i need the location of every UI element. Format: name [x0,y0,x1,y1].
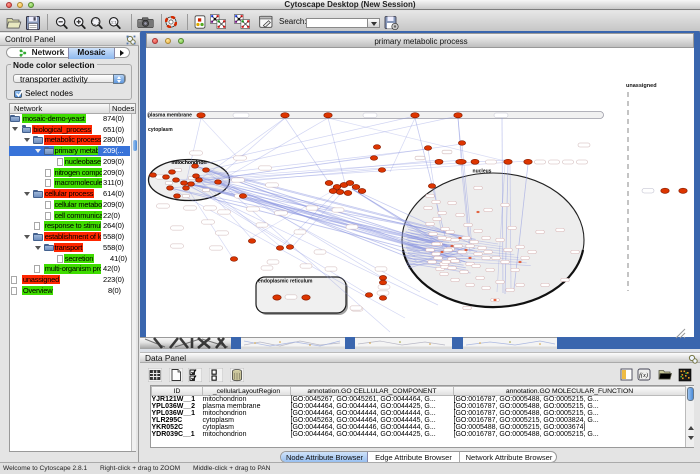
svg-text:unassigned: unassigned [626,83,657,89]
svg-text:f(x): f(x) [639,372,648,379]
svg-text:cytoplasm: cytoplasm [148,127,173,133]
svg-text:plasma membrane: plasma membrane [148,113,192,119]
svg-text:endoplasmic reticulum: endoplasmic reticulum [258,279,313,285]
svg-text:nucleus: nucleus [473,169,492,175]
svg-text:mitochondrion: mitochondrion [172,160,207,166]
svg-text:1:1: 1:1 [111,19,117,24]
